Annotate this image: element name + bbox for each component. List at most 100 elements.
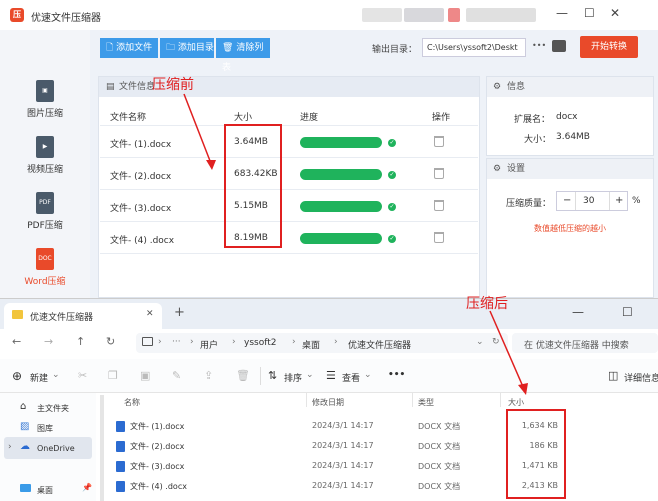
refresh-icon[interactable]: ↻ [106,335,115,348]
file-type: DOCX 文档 [418,442,461,451]
sort-button[interactable]: 排序 [284,371,302,384]
sidebar-item-word[interactable]: DOC Word压缩 [0,242,90,298]
before-size-highlight [224,124,282,248]
home-icon: ⌂ [20,401,27,412]
stepper-divider [575,192,576,210]
quality-value[interactable]: 30 [583,196,594,206]
check-icon: ✓ [388,203,396,211]
stepper-divider [609,192,610,210]
breadcrumb-item[interactable]: 用户 [200,338,218,351]
forward-arrow-icon[interactable]: → [44,335,53,348]
open-folder-icon[interactable] [552,40,566,52]
col-header-date[interactable]: 修改日期 [312,397,344,408]
address-bar[interactable]: › ··· › 用户 › yssoft2 › 桌面 › 优速文件压缩器 ⌄ ↻ [136,333,508,353]
nav-item-label: 图库 [37,424,53,433]
add-file-button[interactable]: 🗋 添加文件 [100,38,158,58]
size-value: 3.64MB [556,132,590,142]
close-button[interactable]: ✕ [610,6,620,20]
breadcrumb-chevron-icon: › [232,337,236,347]
new-plus-icon: ⊕ [12,369,23,383]
add-directory-button[interactable]: 🗀 添加目录 [160,38,214,58]
before-arrow-icon [183,93,216,170]
nav-item-onedrive[interactable]: › ☁ OneDrive [4,437,92,459]
increase-button[interactable]: + [615,195,623,206]
word-doc-icon [116,421,125,432]
folder-add-icon: 🗀 [166,43,176,53]
gallery-icon: ▨ [20,421,30,432]
sidebar-item-label: PDF压缩 [27,221,63,231]
sidebar-item-pdf[interactable]: PDF PDF压缩 [0,186,90,242]
file-date: 2024/3/1 14:17 [312,421,374,430]
gear-icon: ⚙ [493,82,502,92]
nav-item-label: OneDrive [37,444,75,453]
copy-icon[interactable]: ❐ [108,369,118,382]
file-row[interactable]: 文件- (1).docx 2024/3/1 14:17 DOCX 文档 1,63… [116,419,566,437]
new-button[interactable]: 新建 [30,371,48,384]
up-arrow-icon[interactable]: ↑ [76,335,85,348]
file-row[interactable]: 文件- (4) .docx 2024/3/1 14:17 DOCX 文档 2,4… [116,479,566,497]
folder-icon [12,310,23,319]
row-divider [100,189,478,190]
close-tab-icon[interactable]: ✕ [146,309,154,319]
maximize-button[interactable]: ☐ [584,6,595,20]
view-button[interactable]: 查看 [342,371,360,384]
clear-list-button[interactable]: 🗑 清除列表 [216,38,270,73]
breadcrumb-item[interactable]: 桌面 [302,338,320,351]
new-tab-button[interactable]: + [174,305,185,320]
row-divider [100,253,478,254]
quality-stepper[interactable]: − 30 + [556,191,628,211]
chevron-down-icon[interactable]: ⌄ [52,370,60,380]
breadcrumb-item[interactable]: yssoft2 [244,338,276,348]
nav-item-desktop[interactable]: 桌面 📌 [0,479,96,499]
view-icon: ☰ [326,369,336,382]
quality-unit: % [632,196,641,206]
share-icon[interactable]: ⇪ [204,369,213,382]
blurred-account-area [362,8,402,22]
row-divider [100,125,478,126]
delete-icon[interactable]: 🗑 [236,369,250,382]
file-row[interactable]: 文件- (2).docx 2024/3/1 14:17 DOCX 文档 186 … [116,439,566,457]
sidebar-scrollbar[interactable] [100,395,104,501]
settings-panel-header: ⚙ 设置 [487,159,653,179]
nav-item-home[interactable]: ⌂ 主文件夹 [0,397,96,417]
chevron-right-icon[interactable]: › [8,442,12,452]
breadcrumb-item[interactable]: 优速文件压缩器 [348,338,411,351]
browse-dots-button[interactable]: ••• [532,41,546,50]
explorer-maximize-button[interactable]: ☐ [622,305,633,319]
col-header-name[interactable]: 名称 [124,397,140,408]
paste-icon[interactable]: ▣ [140,369,150,382]
sidebar-item-label: 图片压缩 [26,109,63,119]
minimize-button[interactable]: — [556,6,568,20]
delete-row-icon[interactable] [434,232,444,243]
details-button[interactable]: 详细信息 [624,371,658,384]
back-arrow-icon[interactable]: ← [12,335,21,348]
delete-row-icon[interactable] [434,200,444,211]
breadcrumb-more-icon[interactable]: ··· [172,337,181,347]
cut-icon[interactable]: ✂ [78,369,87,382]
file-type: DOCX 文档 [418,482,461,491]
file-row[interactable]: 文件- (3).docx 2024/3/1 14:17 DOCX 文档 1,47… [116,459,566,477]
chevron-down-icon[interactable]: ⌄ [476,337,484,347]
word-icon: DOC [36,248,54,270]
sidebar-item-image[interactable]: ▣ 图片压缩 [0,74,90,130]
decrease-button[interactable]: − [563,195,571,206]
start-convert-button[interactable]: 开始转换 [580,36,638,58]
explorer-minimize-button[interactable]: — [572,305,584,319]
search-placeholder: 在 优速文件压缩器 中搜索 [524,341,629,351]
delete-row-icon[interactable] [434,168,444,179]
file-add-icon: 🗋 [106,43,114,53]
file-date: 2024/3/1 14:17 [312,441,374,450]
nav-item-gallery[interactable]: ▨ 图库 [0,417,96,437]
sidebar-item-video[interactable]: ▶ 视频压缩 [0,130,90,186]
col-header-type[interactable]: 类型 [418,397,434,408]
desktop-icon [20,484,31,492]
rename-icon[interactable]: ✎ [172,369,181,382]
output-dir-input[interactable]: C:\Users\yssoft2\Deskt [422,38,526,57]
compressor-app-window: 压 优速文件压缩器 — ☐ ✕ ▣ 图片压缩 ▶ 视频压缩 PDF PDF压缩 … [0,0,658,298]
chevron-down-icon[interactable]: ⌄ [306,370,314,380]
info-panel-title: 信息 [507,82,526,92]
chevron-down-icon[interactable]: ⌄ [364,370,372,380]
delete-row-icon[interactable] [434,136,444,147]
more-options-icon[interactable]: ••• [388,370,405,380]
explorer-tab[interactable]: 优速文件压缩器 ✕ [4,303,162,329]
